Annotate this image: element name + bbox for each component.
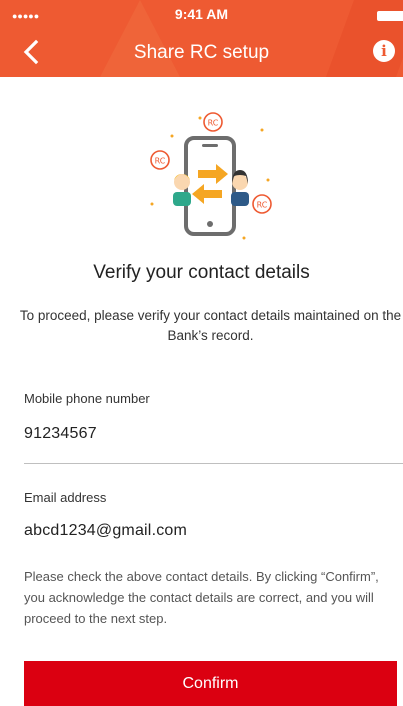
info-button[interactable]: i: [373, 40, 395, 62]
section-heading: Verify your contact details: [93, 262, 310, 283]
status-bar: ●●●●● 9:41 AM: [0, 0, 403, 30]
illustration-graphic: RC RC RC: [150, 112, 272, 240]
rc-badge: RC: [252, 194, 272, 214]
confirm-button[interactable]: Confirm: [24, 661, 397, 706]
mobile-label: Mobile phone number: [24, 391, 150, 406]
page-title: Share RC setup: [133, 42, 270, 63]
svg-text:RC: RC: [155, 157, 166, 166]
svg-text:RC: RC: [208, 119, 219, 128]
status-time: 9:41 AM: [174, 6, 229, 22]
app-header: ●●●●● 9:41 AM Share RC setup i: [0, 0, 403, 77]
email-value: abcd1234@gmail.com: [24, 522, 188, 539]
rc-badge: RC: [203, 112, 223, 132]
disclaimer-text: Please check the above contact details. …: [24, 569, 379, 626]
email-label: Email address: [24, 490, 107, 505]
divider: [24, 463, 403, 464]
mobile-value: 91234567: [24, 425, 97, 442]
intro-text: To proceed, please verify your contact d…: [19, 308, 402, 343]
info-icon: i: [381, 42, 387, 60]
svg-text:RC: RC: [257, 201, 268, 210]
battery-icon: [377, 11, 403, 21]
share-contact-illustration: RC RC RC: [140, 108, 280, 248]
rc-badge: RC: [150, 150, 170, 170]
